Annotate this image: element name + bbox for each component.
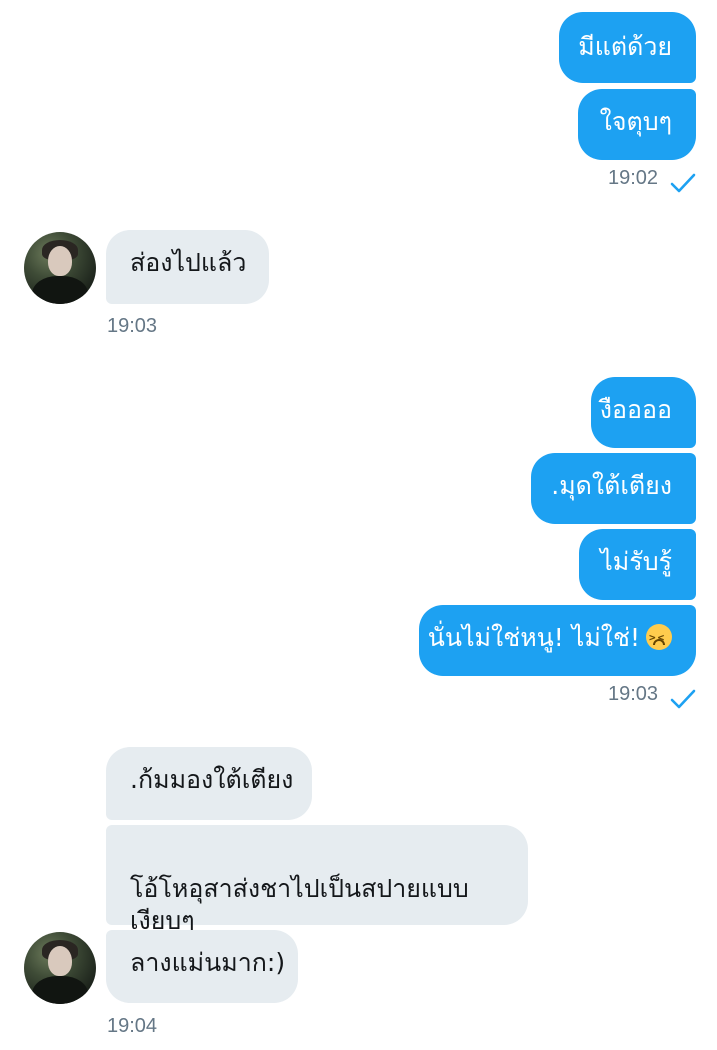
outgoing-message[interactable]: มีแต่ด้วย — [559, 12, 696, 83]
outgoing-message[interactable]: .มุดใต้เตียง — [531, 453, 696, 524]
contact-avatar[interactable] — [24, 932, 96, 1004]
contact-avatar[interactable] — [24, 232, 96, 304]
message-text: .ก้มมองใต้เตียง — [130, 765, 294, 794]
message-text: งืออออ — [599, 395, 672, 424]
sent-checkmark-icon — [670, 689, 696, 709]
confounded-face-emoji-icon — [646, 621, 672, 655]
message-timestamp: 19:02 — [608, 167, 659, 189]
message-text: ลางแม่นมาก:) — [130, 948, 286, 977]
message-text: .มุดใต้เตียง — [551, 471, 672, 500]
incoming-message[interactable]: ลางแม่นมาก:) — [106, 930, 298, 1003]
message-timestamp: 19:03 — [107, 315, 158, 337]
message-text: ไม่รับรู้ — [600, 547, 672, 576]
outgoing-message[interactable]: นั่นไม่ใช่หนู! ไม่ใช่! — [419, 605, 696, 676]
incoming-message[interactable]: โอ้โหอุสาส่งชาไปเป็นสปายแบบ เงียบๆ — [106, 825, 528, 935]
message-text: ใจตุบๆ — [599, 107, 672, 136]
message-text: ส่องไปแล้ว — [130, 248, 247, 277]
message-text: โอ้โหอุสาส่งชาไปเป็นสปายแบบ เงียบๆ — [130, 874, 469, 935]
incoming-message[interactable]: .ก้มมองใต้เตียง — [106, 747, 312, 820]
message-text: มีแต่ด้วย — [578, 32, 672, 61]
outgoing-message[interactable]: งืออออ — [591, 377, 696, 448]
message-timestamp: 19:04 — [107, 1015, 158, 1037]
sent-checkmark-icon — [670, 173, 696, 193]
message-text: นั่นไม่ใช่หนู! ไม่ใช่! — [427, 623, 640, 652]
outgoing-message[interactable]: ไม่รับรู้ — [579, 529, 696, 600]
incoming-message[interactable]: ส่องไปแล้ว — [106, 230, 269, 304]
message-timestamp: 19:03 — [608, 683, 659, 705]
outgoing-message[interactable]: ใจตุบๆ — [578, 89, 696, 160]
